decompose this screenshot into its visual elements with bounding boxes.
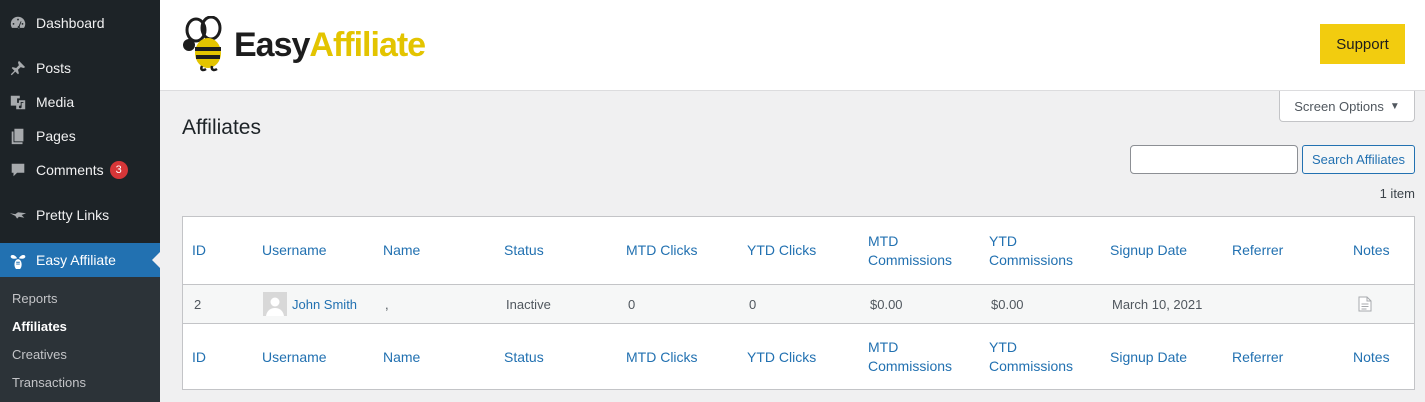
- column-footer-name[interactable]: Name: [383, 324, 420, 390]
- caret-down-icon: ▼: [1389, 100, 1400, 112]
- column-header-signup-date[interactable]: Signup Date: [1110, 217, 1187, 284]
- support-button[interactable]: Support: [1320, 24, 1405, 64]
- pin-icon: [8, 58, 28, 78]
- column-header-mtd-clicks[interactable]: MTD Clicks: [626, 217, 698, 284]
- logo-bee-icon: [180, 15, 230, 75]
- column-header-notes[interactable]: Notes: [1353, 217, 1390, 284]
- sidebar-item-label: Easy Affiliate: [36, 252, 116, 268]
- easy-affiliate-logo: EasyAffiliate: [180, 15, 426, 75]
- admin-sidebar: Dashboard Posts Media Pages Comments 3 P…: [0, 0, 160, 402]
- column-footer-ytd-commissions[interactable]: YTD Commissions: [989, 324, 1073, 390]
- sidebar-item-label: Media: [36, 94, 75, 110]
- column-footer-signup-date[interactable]: Signup Date: [1110, 324, 1187, 390]
- column-header-ytd-commissions[interactable]: YTD Commissions: [989, 217, 1073, 284]
- affiliates-table: ID Username Name Status MTD Clicks YTD C…: [182, 216, 1415, 390]
- sidebar-item-label: Dashboard: [36, 15, 105, 31]
- sidebar-item-label: Posts: [36, 60, 72, 76]
- column-header-mtd-commissions[interactable]: MTD Commissions: [868, 217, 952, 284]
- screen-options-label: Screen Options: [1294, 98, 1384, 114]
- item-count: 1 item: [1379, 186, 1415, 201]
- comment-count-badge: 3: [109, 161, 128, 179]
- submenu-item-affiliates[interactable]: Affiliates: [12, 319, 67, 334]
- screen-options-toggle[interactable]: Screen Options ▼: [1279, 91, 1415, 122]
- submenu-item-reports[interactable]: Reports: [12, 291, 58, 306]
- sidebar-item-label: Pages: [36, 128, 76, 144]
- comment-icon: [8, 160, 28, 180]
- column-header-id[interactable]: ID: [192, 217, 206, 284]
- cell-mtd-commissions: $0.00: [870, 296, 903, 312]
- cell-name: ,: [385, 296, 389, 312]
- cell-mtd-clicks: 0: [628, 296, 636, 312]
- column-footer-mtd-commissions[interactable]: MTD Commissions: [868, 324, 952, 390]
- cell-signup-date: March 10, 2021: [1112, 296, 1203, 312]
- active-menu-arrow: [152, 252, 160, 268]
- column-footer-id[interactable]: ID: [192, 324, 206, 390]
- cell-username: John Smith: [263, 285, 357, 323]
- column-header-status[interactable]: Status: [504, 217, 544, 284]
- column-header-name[interactable]: Name: [383, 217, 420, 284]
- column-footer-notes[interactable]: Notes: [1353, 324, 1390, 390]
- sidebar-item-label: Pretty Links: [36, 207, 110, 223]
- logo-text-easy: Easy: [234, 26, 310, 64]
- column-header-ytd-clicks[interactable]: YTD Clicks: [747, 217, 816, 284]
- column-footer-referrer[interactable]: Referrer: [1232, 324, 1283, 390]
- cell-ytd-clicks: 0: [749, 296, 757, 312]
- submenu-item-transactions[interactable]: Transactions: [12, 375, 86, 390]
- sidebar-item-dashboard[interactable]: Dashboard: [0, 6, 160, 40]
- column-header-username[interactable]: Username: [262, 217, 327, 284]
- sidebar-item-pages[interactable]: Pages: [0, 119, 160, 153]
- avatar: [263, 292, 287, 316]
- search-input[interactable]: [1130, 145, 1298, 174]
- column-footer-mtd-clicks[interactable]: MTD Clicks: [626, 324, 698, 390]
- easy-affiliate-submenu: Reports Affiliates Creatives Transaction…: [0, 277, 160, 402]
- plugin-header: EasyAffiliate Support: [160, 0, 1425, 91]
- sidebar-item-easy-affiliate[interactable]: Easy Affiliate: [0, 243, 160, 277]
- dashboard-icon: [8, 13, 28, 33]
- media-icon: [8, 92, 28, 112]
- column-footer-status[interactable]: Status: [504, 324, 544, 390]
- sidebar-item-comments[interactable]: Comments 3: [0, 153, 160, 187]
- affiliate-username-link[interactable]: John Smith: [292, 297, 357, 312]
- bee-icon: [8, 250, 28, 270]
- table-row: 2 John Smith , Inactive 0 0 $0.00 $0.00 …: [183, 285, 1414, 324]
- pretty-links-icon: [8, 205, 28, 225]
- page-title: Affiliates: [182, 116, 261, 139]
- notes-icon[interactable]: [1358, 285, 1372, 323]
- cell-id: 2: [194, 296, 202, 312]
- sidebar-item-label: Comments: [36, 162, 104, 178]
- pages-icon: [8, 126, 28, 146]
- cell-ytd-commissions: $0.00: [991, 296, 1024, 312]
- sidebar-item-pretty-links[interactable]: Pretty Links: [0, 198, 160, 232]
- sidebar-item-media[interactable]: Media: [0, 85, 160, 119]
- column-footer-username[interactable]: Username: [262, 324, 327, 390]
- logo-text-affiliate: Affiliate: [309, 26, 426, 64]
- search-affiliates-button[interactable]: Search Affiliates: [1302, 145, 1415, 174]
- table-footer-row: ID Username Name Status MTD Clicks YTD C…: [183, 324, 1414, 390]
- sidebar-item-posts[interactable]: Posts: [0, 51, 160, 85]
- table-header-row: ID Username Name Status MTD Clicks YTD C…: [183, 217, 1414, 285]
- submenu-item-creatives[interactable]: Creatives: [12, 347, 67, 362]
- cell-status: Inactive: [506, 296, 551, 312]
- column-header-referrer[interactable]: Referrer: [1232, 217, 1283, 284]
- column-footer-ytd-clicks[interactable]: YTD Clicks: [747, 324, 816, 390]
